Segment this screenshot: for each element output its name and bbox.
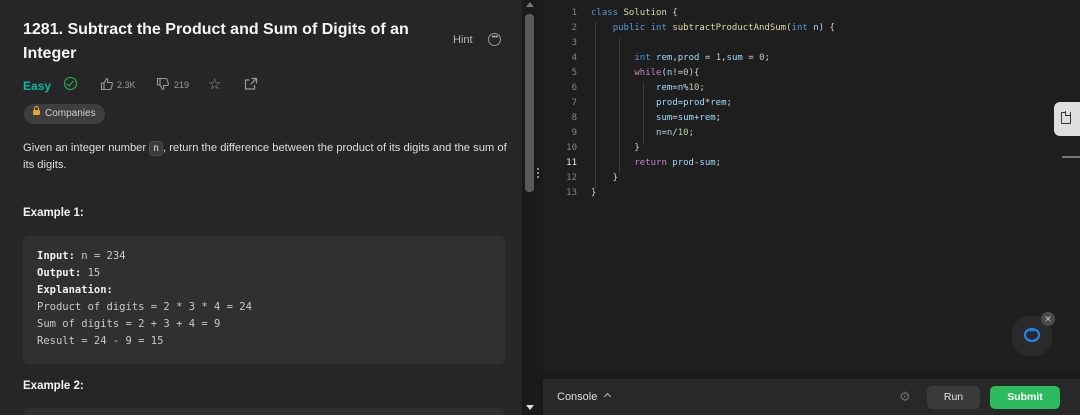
star-icon[interactable]: ☆ <box>208 75 221 93</box>
code-line: 5 while(n!=0){ <box>571 68 700 78</box>
problem-panel: 1281. Subtract the Product and Sum of Di… <box>0 0 522 415</box>
dislike-icon[interactable] <box>156 77 170 91</box>
example-explanation-line: Result = 24 - 9 = 15 <box>37 335 164 347</box>
problem-title: 1281. Subtract the Product and Sum of Di… <box>23 21 409 62</box>
lock-icon <box>33 106 40 115</box>
example-1-box: Input: n = 234 Output: 15 Explanation: P… <box>23 236 505 364</box>
debug-icon[interactable]: ⚙ <box>899 389 911 405</box>
example-1-heading: Example 1: <box>23 207 84 219</box>
code-line: 10 } <box>566 143 640 153</box>
companies-label: Companies <box>45 108 96 119</box>
example-explanation-line: Sum of digits = 2 + 3 + 4 = 9 <box>37 318 221 330</box>
code-line: 13} <box>566 188 597 198</box>
description-text: Given an integer number <box>23 142 150 154</box>
code-line: 1 class Solution { <box>571 8 678 18</box>
example-explanation-label: Explanation: <box>37 284 113 296</box>
difficulty-badge: Easy <box>23 79 52 93</box>
code-line: 6 rem=n%10; <box>571 83 705 93</box>
dislike-count: 219 <box>174 80 190 90</box>
chat-icon <box>1024 326 1040 342</box>
example-output: Output: 15 <box>37 267 101 279</box>
console-bar: Console ⚙ Run Submit <box>543 379 1080 415</box>
submit-button[interactable]: Submit <box>990 386 1060 409</box>
problem-description: Given an integer number n, return the di… <box>23 140 508 174</box>
chevron-up-icon[interactable] <box>603 392 612 401</box>
code-line: 9 n=n/10; <box>571 128 694 138</box>
code-line: 12 } <box>566 173 619 183</box>
problem-meta: Easy 2.3K 219 ☆ <box>0 75 522 93</box>
share-icon[interactable] <box>244 77 258 91</box>
document-icon[interactable] <box>1054 102 1080 136</box>
scroll-down-arrow-icon[interactable] <box>526 405 534 410</box>
like-icon[interactable] <box>100 77 114 91</box>
run-button[interactable]: Run <box>927 386 980 409</box>
solved-icon <box>64 77 77 90</box>
scroll-up-arrow-icon[interactable] <box>526 2 534 7</box>
panel-resize-handle[interactable] <box>537 166 540 182</box>
code-line: 3 <box>571 38 577 48</box>
code-line: 2 public int subtractProductAndSum(int n… <box>571 23 835 33</box>
inline-code: n <box>149 141 163 156</box>
code-editor[interactable]: 1 class Solution { 2 public int subtractP… <box>543 0 1080 372</box>
example-2-box <box>23 408 505 415</box>
scrollbar-thumb[interactable] <box>525 14 534 192</box>
code-line: 4 int rem,prod = 1,sum = 0; <box>571 53 770 63</box>
companies-tag[interactable]: Companies <box>24 104 105 124</box>
more-icon[interactable]: ••• <box>488 33 501 46</box>
example-input: Input: n = 234 <box>37 250 126 262</box>
close-icon[interactable]: ✕ <box>1041 312 1055 326</box>
code-line: 7 prod=prod*rem; <box>571 98 732 108</box>
like-count: 2.3K <box>117 80 136 90</box>
example-explanation-line: Product of digits = 2 * 3 * 4 = 24 <box>37 301 252 313</box>
console-toggle[interactable]: Console <box>557 391 597 403</box>
editor-scroll-indicator <box>1062 156 1080 158</box>
code-line: 8 sum=sum+rem; <box>571 113 722 123</box>
hint-label[interactable]: Hint <box>453 34 473 46</box>
code-line-active: 11 return prod-sum; <box>566 158 722 168</box>
example-2-heading: Example 2: <box>23 380 84 392</box>
